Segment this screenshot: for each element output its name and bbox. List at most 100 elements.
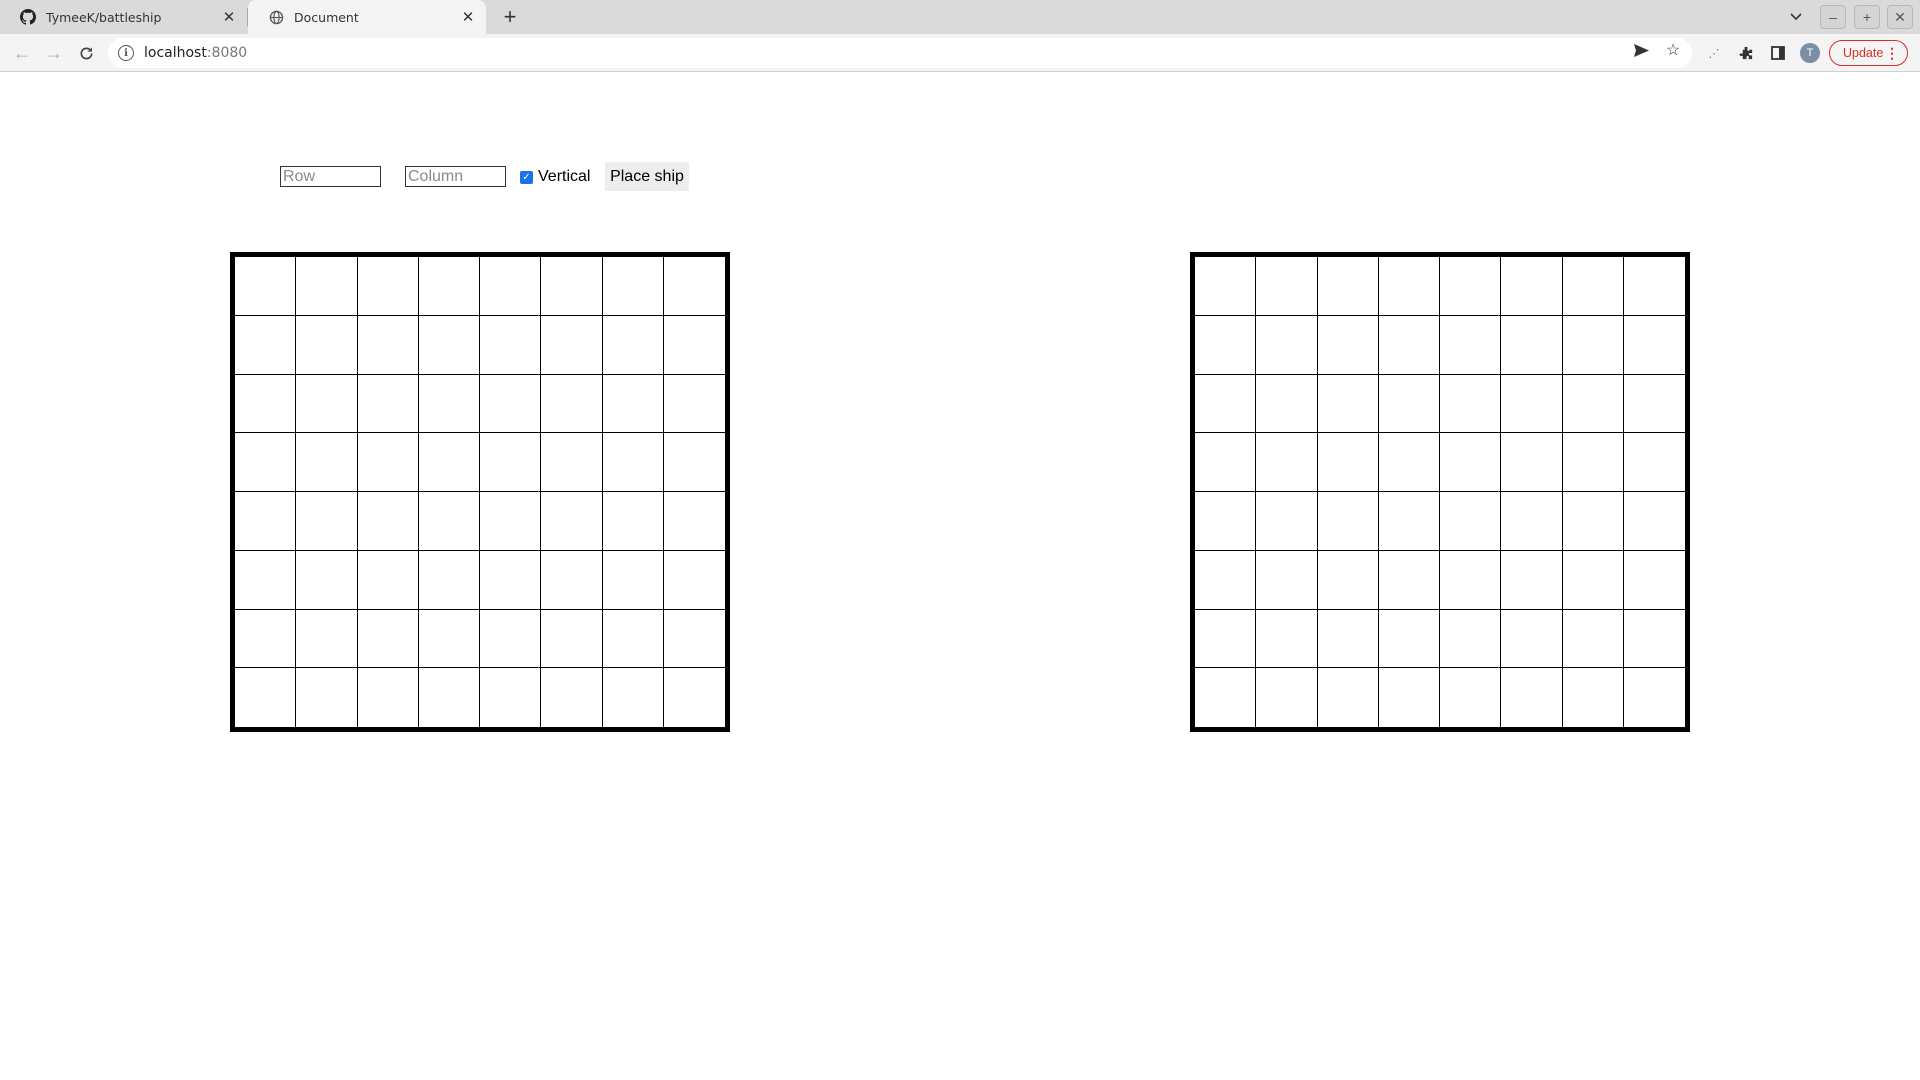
board-cell[interactable] [1195, 257, 1257, 316]
board-cell[interactable] [1318, 668, 1379, 727]
close-icon[interactable]: ✕ [219, 7, 239, 27]
board-cell[interactable] [1378, 609, 1440, 669]
board-cell[interactable] [357, 315, 419, 375]
board-cell[interactable] [235, 315, 297, 375]
extensions-puzzle-icon[interactable] [1735, 42, 1757, 64]
board-cell[interactable] [1440, 433, 1502, 492]
board-cell[interactable] [1195, 668, 1257, 727]
board-cell[interactable] [235, 668, 297, 727]
board-cell[interactable] [1195, 315, 1257, 375]
board-cell[interactable] [1440, 257, 1502, 316]
board-cell[interactable] [1623, 433, 1685, 492]
board-cell[interactable] [1378, 433, 1440, 492]
board-cell[interactable] [663, 433, 725, 492]
board-cell[interactable] [1378, 315, 1440, 375]
board-cell[interactable] [1256, 550, 1318, 610]
bookmark-star-icon[interactable]: ☆ [1661, 39, 1685, 61]
board-cell[interactable] [602, 492, 664, 551]
board-cell[interactable] [603, 668, 664, 727]
board-cell[interactable] [357, 433, 419, 492]
board-cell[interactable] [1317, 257, 1379, 316]
board-cell[interactable] [1317, 609, 1379, 669]
board-cell[interactable] [235, 609, 297, 669]
close-icon[interactable]: ✕ [458, 7, 478, 27]
board-cell[interactable] [1501, 492, 1563, 551]
side-panel-icon[interactable] [1767, 42, 1789, 64]
board-cell[interactable] [419, 668, 480, 727]
board-cell[interactable] [1501, 257, 1563, 316]
board-cell[interactable] [1317, 492, 1379, 551]
board-cell[interactable] [1440, 550, 1502, 610]
board-cell[interactable] [480, 492, 542, 551]
board-cell[interactable] [663, 492, 725, 551]
board-cell[interactable] [358, 668, 419, 727]
new-tab-icon[interactable]: + [498, 4, 522, 29]
board-cell[interactable] [1256, 609, 1318, 669]
minimize-icon[interactable]: – [1820, 5, 1846, 29]
board-cell[interactable] [480, 257, 542, 316]
window-close-icon[interactable]: ✕ [1887, 5, 1913, 29]
board-cell[interactable] [1623, 492, 1685, 551]
board-cell[interactable] [1440, 315, 1502, 375]
board-cell[interactable] [480, 374, 542, 434]
board-cell[interactable] [1562, 374, 1624, 434]
board-cell[interactable] [1317, 315, 1379, 375]
vertical-checkbox[interactable]: ✓ [520, 170, 533, 184]
board-cell[interactable] [235, 433, 297, 492]
board-cell[interactable] [1195, 609, 1257, 669]
board-cell[interactable] [541, 492, 603, 551]
send-icon[interactable] [1629, 39, 1653, 61]
board-cell[interactable] [663, 610, 725, 669]
board-cell[interactable] [418, 492, 480, 551]
board-cell[interactable] [296, 257, 358, 316]
board-cell[interactable] [480, 668, 542, 727]
update-button[interactable]: Update ⋮ [1829, 40, 1908, 66]
board-cell[interactable] [1623, 316, 1685, 375]
board-cell[interactable] [1623, 375, 1685, 434]
board-cell[interactable] [1562, 433, 1624, 492]
row-input[interactable] [280, 166, 381, 187]
board-cell[interactable] [602, 609, 664, 669]
board-cell[interactable] [1195, 550, 1257, 610]
board-cell[interactable] [1256, 257, 1318, 316]
board-cell[interactable] [418, 315, 480, 375]
board-cell[interactable] [480, 433, 542, 492]
board-cell[interactable] [663, 375, 725, 434]
board-cell[interactable] [1378, 374, 1440, 434]
column-input[interactable] [405, 166, 506, 187]
tab-battleship-repo[interactable]: TymeeK/battleship ✕ [0, 0, 247, 34]
board-cell[interactable] [296, 433, 358, 492]
board-cell[interactable] [418, 433, 480, 492]
board-cell[interactable] [1501, 315, 1563, 375]
tab-document[interactable]: Document ✕ [248, 0, 486, 34]
board-cell[interactable] [602, 257, 664, 316]
board-cell[interactable] [602, 550, 664, 610]
board-cell[interactable] [296, 550, 358, 610]
address-bar[interactable]: i localhost:8080 [108, 38, 1692, 68]
board-cell[interactable] [1562, 550, 1624, 610]
board-cell[interactable] [1195, 433, 1257, 492]
board-cell[interactable] [357, 374, 419, 434]
board-cell[interactable] [1256, 374, 1318, 434]
board-cell[interactable] [541, 550, 603, 610]
board-cell[interactable] [602, 374, 664, 434]
board-cell[interactable] [602, 315, 664, 375]
board-cell[interactable] [1378, 257, 1440, 316]
board-cell[interactable] [602, 433, 664, 492]
board-cell[interactable] [1440, 609, 1502, 669]
board-cell[interactable] [235, 492, 297, 551]
board-cell[interactable] [357, 257, 419, 316]
board-cell[interactable] [541, 374, 603, 434]
board-cell[interactable] [418, 257, 480, 316]
board-cell[interactable] [1501, 374, 1563, 434]
chevron-down-icon[interactable] [1784, 6, 1808, 28]
maximize-icon[interactable]: + [1854, 5, 1880, 29]
board-cell[interactable] [1562, 492, 1624, 551]
board-cell[interactable] [1378, 550, 1440, 610]
board-cell[interactable] [1623, 551, 1685, 610]
board-cell[interactable] [296, 668, 358, 727]
board-cell[interactable] [541, 668, 603, 727]
more-vert-icon[interactable]: ⋮ [1885, 45, 1899, 62]
board-cell[interactable] [296, 609, 358, 669]
board-cell[interactable] [1256, 315, 1318, 375]
